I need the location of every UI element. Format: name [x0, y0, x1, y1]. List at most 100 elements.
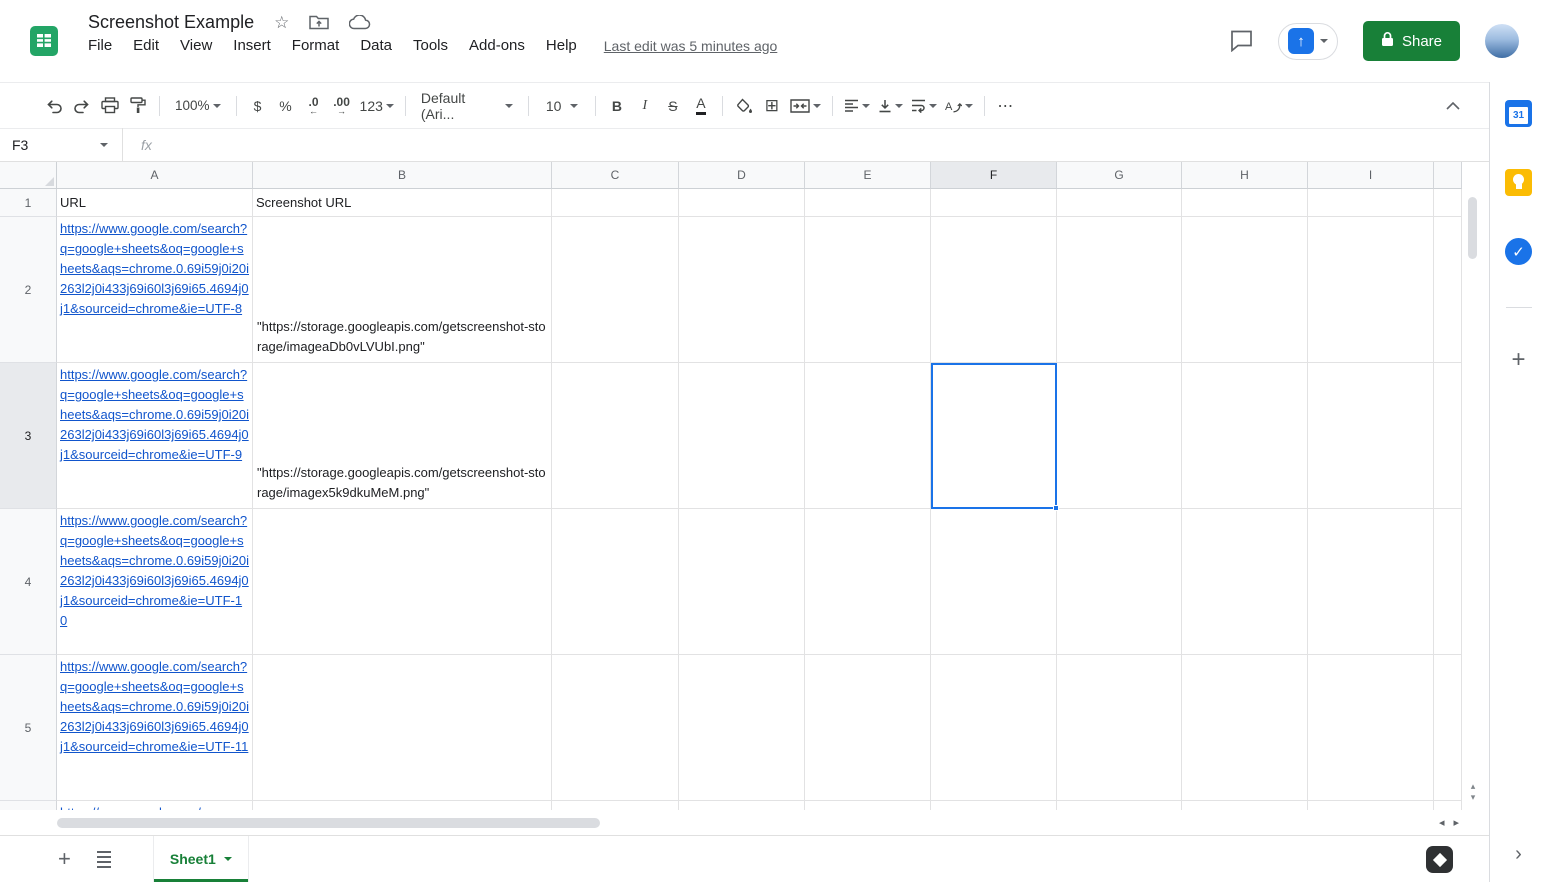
paint-format-icon[interactable] [124, 91, 152, 121]
cell[interactable] [931, 217, 1057, 363]
menu-insert[interactable]: Insert [233, 37, 271, 54]
cell-A5[interactable]: https://www.google.com/search?q=google+s… [57, 655, 253, 801]
cell-link[interactable]: https://www.google.com/search?q=google+s… [60, 365, 249, 465]
cell[interactable] [805, 189, 931, 217]
cell[interactable] [552, 189, 679, 217]
cell[interactable] [253, 655, 552, 801]
cell[interactable] [679, 217, 805, 363]
menu-edit[interactable]: Edit [133, 37, 159, 54]
add-sheet-button[interactable]: + [58, 848, 71, 870]
row-header-2[interactable]: 2 [0, 217, 57, 363]
redo-icon[interactable] [68, 91, 96, 121]
cell-B2[interactable]: "https://storage.googleapis.com/getscree… [253, 217, 552, 363]
cell-A1[interactable]: URL [57, 189, 253, 217]
comment-icon[interactable] [1230, 30, 1253, 52]
column-header-partial[interactable] [1434, 162, 1462, 189]
share-button[interactable]: Share [1362, 21, 1460, 61]
bold-button[interactable]: B [603, 91, 631, 121]
cell[interactable] [1308, 189, 1434, 217]
column-header-E[interactable]: E [805, 162, 931, 189]
cell-A6[interactable]: https://www.google.com/ [57, 801, 253, 810]
menu-tools[interactable]: Tools [413, 37, 448, 54]
name-box[interactable]: F3 [0, 137, 100, 153]
sheet-tab-menu-icon[interactable] [223, 857, 232, 861]
cell[interactable] [552, 363, 679, 509]
cell[interactable] [805, 801, 931, 810]
cell[interactable] [1434, 217, 1462, 363]
fill-color-icon[interactable] [730, 91, 758, 121]
scroll-left-icon[interactable]: ◂ [1439, 816, 1445, 829]
percent-format-button[interactable]: % [272, 91, 300, 121]
text-color-button[interactable]: A [687, 91, 715, 121]
cell[interactable] [679, 655, 805, 801]
tasks-icon[interactable]: ✓ [1505, 238, 1532, 265]
strikethrough-button[interactable]: S [659, 91, 687, 121]
cell[interactable] [552, 801, 679, 810]
collapse-panel-icon[interactable]: › [1515, 843, 1522, 866]
cell[interactable] [1057, 801, 1182, 810]
cell-link[interactable]: https://www.google.com/ [60, 803, 249, 810]
decrease-decimal-button[interactable]: .0 ← [300, 91, 328, 121]
cell[interactable] [931, 801, 1057, 810]
scroll-down-icon[interactable]: ▾ [1471, 793, 1476, 802]
cell[interactable] [1434, 363, 1462, 509]
explore-button[interactable] [1426, 846, 1453, 873]
cell[interactable] [253, 801, 552, 810]
cell[interactable] [1057, 217, 1182, 363]
cell[interactable] [1308, 655, 1434, 801]
column-header-D[interactable]: D [679, 162, 805, 189]
row-header-3[interactable]: 3 [0, 363, 57, 509]
column-header-I[interactable]: I [1308, 162, 1434, 189]
cell[interactable] [253, 509, 552, 655]
sheet-tab-sheet1[interactable]: Sheet1 [152, 836, 249, 882]
number-format-select[interactable]: 123 [356, 91, 398, 121]
font-family-select[interactable]: Default (Ari... [413, 90, 521, 122]
column-header-A[interactable]: A [57, 162, 253, 189]
borders-icon[interactable]: ⊞ [758, 91, 786, 121]
text-rotation-icon[interactable]: A [941, 91, 977, 121]
cell[interactable] [552, 655, 679, 801]
last-edit-link[interactable]: Last edit was 5 minutes ago [604, 38, 778, 54]
avatar[interactable] [1485, 24, 1519, 58]
all-sheets-icon[interactable] [96, 850, 111, 868]
horizontal-scrollbar-thumb[interactable] [57, 818, 600, 828]
scroll-up-icon[interactable]: ▴ [1471, 782, 1476, 791]
cell[interactable] [1434, 509, 1462, 655]
cell[interactable] [1434, 655, 1462, 801]
cell-B3[interactable]: "https://storage.googleapis.com/getscree… [253, 363, 552, 509]
cell-A4[interactable]: https://www.google.com/search?q=google+s… [57, 509, 253, 655]
cell-link[interactable]: https://www.google.com/search?q=google+s… [60, 511, 249, 631]
undo-icon[interactable] [40, 91, 68, 121]
move-folder-icon[interactable] [309, 15, 330, 30]
menu-format[interactable]: Format [292, 37, 340, 54]
cell-B1[interactable]: Screenshot URL [253, 189, 552, 217]
menu-view[interactable]: View [180, 37, 212, 54]
cell[interactable] [1182, 363, 1308, 509]
menu-data[interactable]: Data [360, 37, 392, 54]
text-wrap-icon[interactable] [907, 91, 941, 121]
cell[interactable] [679, 363, 805, 509]
cell[interactable] [931, 509, 1057, 655]
collapse-toolbar-icon[interactable] [1439, 91, 1467, 121]
cell-link[interactable]: https://www.google.com/search?q=google+s… [60, 657, 249, 757]
column-header-F[interactable]: F [931, 162, 1057, 189]
cell[interactable] [679, 509, 805, 655]
cell[interactable] [1057, 655, 1182, 801]
cell[interactable] [679, 189, 805, 217]
scroll-right-icon[interactable]: ▸ [1453, 816, 1459, 829]
cell[interactable] [1434, 189, 1462, 217]
cell[interactable] [552, 217, 679, 363]
row-header-6[interactable]: 6 [0, 801, 57, 810]
keep-icon[interactable] [1505, 169, 1532, 196]
cell[interactable] [552, 509, 679, 655]
currency-format-button[interactable]: $ [244, 91, 272, 121]
italic-button[interactable]: I [631, 91, 659, 121]
column-header-G[interactable]: G [1057, 162, 1182, 189]
increase-decimal-button[interactable]: .00 → [328, 91, 356, 121]
cell[interactable] [1182, 217, 1308, 363]
cell[interactable] [1057, 509, 1182, 655]
cell[interactable] [805, 509, 931, 655]
fill-handle[interactable] [1053, 505, 1059, 511]
cell[interactable] [1182, 801, 1308, 810]
cell[interactable] [679, 801, 805, 810]
